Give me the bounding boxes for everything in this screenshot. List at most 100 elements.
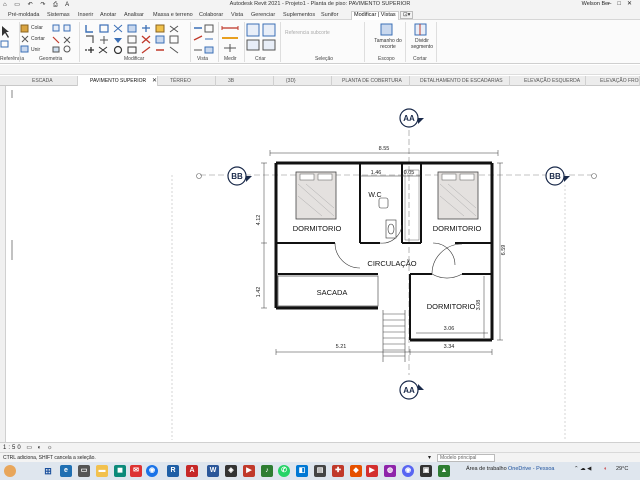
clipboard-icons[interactable] (20, 24, 30, 54)
tab-sunifor[interactable]: Sunifor (321, 12, 338, 18)
mail-icon[interactable]: ✉ (130, 465, 142, 477)
floor-plan[interactable]: AA AA BB BB DORMITORIO W.C DORMITORIO CI… (7, 86, 640, 442)
unir-label[interactable]: Unir (31, 47, 40, 53)
drawing-canvas[interactable]: AA AA BB BB DORMITORIO W.C DORMITORIO CI… (7, 86, 640, 442)
view-tab-terreo[interactable]: TÉRREO (158, 76, 216, 86)
window-controls[interactable]: –□✕ (608, 0, 638, 7)
referencia-subcorte-label[interactable]: Referencia subcorte (285, 30, 330, 36)
tab-pre-moldada[interactable]: Pré-moldada (8, 12, 40, 18)
panel-criar: Criar (255, 56, 266, 62)
view-controls-icons[interactable]: 1:50 ▭ ◐ ☼ (3, 444, 54, 451)
edge-icon[interactable]: e (60, 465, 72, 477)
view-tab-pavimento-superior[interactable]: PAVIMENTO SUPERIOR (78, 76, 158, 86)
ribbon: Referência Colar Cortar Unir Geometria M… (0, 20, 640, 64)
desktop-label[interactable]: Área de trabalho (466, 466, 507, 472)
section-aa-label-top: AA (403, 114, 415, 123)
dim-bottom-left: 5.21 (336, 344, 347, 350)
app-icon-2[interactable]: ▶ (243, 465, 255, 477)
dim-bottom-right: 3.34 (444, 344, 455, 350)
options-bar (0, 65, 640, 75)
tab-massa-terreno[interactable]: Massa e terreno (153, 12, 193, 18)
modify-icon[interactable] (0, 24, 10, 50)
tab-sistemas[interactable]: Sistemas (47, 12, 70, 18)
view-tab-3b[interactable]: 3B (216, 76, 274, 86)
view-tab-detalhamento-escadarias[interactable]: DETALHAMENTO DE ESCADARIAS (410, 76, 510, 86)
discord-icon[interactable]: ◉ (402, 465, 414, 477)
start-icon[interactable]: ⊞ (42, 465, 54, 477)
dim-left-lower: 1.42 (256, 287, 262, 298)
app-icon-6[interactable]: ✚ (332, 465, 344, 477)
chrome-icon[interactable]: ◉ (146, 465, 158, 477)
panel-vista: Vista (197, 56, 209, 62)
room-label-dormitorio-2: DORMITORIO (433, 224, 482, 233)
file-explorer-icon[interactable]: ▬ (96, 465, 108, 477)
dividir-segmento-label[interactable]: Dividir segmento (406, 38, 438, 50)
tab-colaborar[interactable]: Colaborar (199, 12, 223, 18)
app-icon-5[interactable]: ▤ (314, 465, 326, 477)
section-aa-label-bottom: AA (403, 386, 415, 395)
section-marker-bb-left[interactable]: BB (227, 166, 252, 186)
view-tools-icons[interactable] (192, 24, 216, 54)
cortar-label[interactable]: Cortar (31, 36, 45, 42)
tamanho-recorte-label[interactable]: Tamanho do recorte (368, 38, 408, 50)
view-tab-3d[interactable]: {3D} (274, 76, 332, 86)
section-marker-aa-bottom[interactable]: AA (399, 380, 424, 400)
word-icon[interactable]: W (207, 465, 219, 477)
app-icon-8[interactable]: ◍ (384, 465, 396, 477)
room-label-dormitorio-3: DORMITORIO (427, 302, 476, 311)
bed-left (295, 171, 337, 220)
workset-icon[interactable]: ▾ (428, 454, 431, 461)
view-tab-planta-cobertura[interactable]: PLANTA DE COBERTURA (332, 76, 410, 86)
ribbon-options-icon[interactable]: ⊡▾ (400, 11, 414, 19)
view-tabs: ESCADA PAVIMENTO SUPERIOR TÉRREO 3B {3D}… (0, 76, 640, 86)
split-segment-icon[interactable] (414, 23, 428, 37)
autocad-icon[interactable]: A (186, 465, 198, 477)
panel-geometria: Geometria (39, 56, 63, 62)
measure-tools-icons[interactable] (220, 24, 242, 54)
view-tab-escada[interactable]: ESCADA (20, 76, 78, 86)
model-selector[interactable]: Modelo principal (437, 454, 495, 462)
ribbon-tabs: Pré-moldada Sistemas Inserir Anotar Anal… (0, 10, 640, 20)
app-icon-4[interactable]: ◧ (296, 465, 308, 477)
tab-vista[interactable]: Vista (231, 12, 243, 18)
view-tab-elevacao-esquerda[interactable]: ELEVAÇÃO ESQUERDA (510, 76, 586, 86)
close-tab-icon[interactable]: ✕ (152, 77, 157, 84)
revit-icon[interactable]: R (167, 465, 179, 477)
user-name[interactable]: Welson Ber (582, 1, 610, 7)
tab-gerenciar[interactable]: Gerenciar (251, 12, 275, 18)
dim-top-wc: 1.46 (371, 170, 382, 176)
tab-analisar[interactable]: Analisar (124, 12, 144, 18)
colar-label[interactable]: Colar (31, 25, 43, 31)
app-icon-3[interactable]: ♪ (261, 465, 273, 477)
whatsapp-icon[interactable]: ✆ (278, 465, 290, 477)
create-tools-icons[interactable] (246, 23, 278, 53)
geometry-tools-icons[interactable] (52, 24, 74, 54)
window-title: Autodesk Revit 2021 - Projeto1 - Planta … (229, 1, 411, 7)
app-icon-9[interactable]: ▣ (420, 465, 432, 477)
tray-icons[interactable]: ⌃ ☁ ◀ (574, 466, 591, 472)
modify-tools-icons[interactable] (84, 24, 192, 54)
view-tab-elevacao-front[interactable]: ELEVAÇÃO FRONT (586, 76, 640, 86)
tab-anotar[interactable]: Anotar (100, 12, 116, 18)
youtube-icon[interactable]: ▶ (366, 465, 378, 477)
tab-suplementos[interactable]: Suplementos (283, 12, 315, 18)
app-icon-10[interactable]: ▲ (438, 465, 450, 477)
app-icon-7[interactable]: ◆ (350, 465, 362, 477)
app-icon-1[interactable]: ◈ (225, 465, 237, 477)
section-marker-bb-right[interactable]: BB (545, 166, 570, 186)
panel-medir: Medir (224, 56, 237, 62)
section-marker-aa-top[interactable]: AA (399, 108, 424, 128)
weather-tray-icon[interactable]: ◐ (604, 466, 607, 472)
view-control-bar: 1:50 ▭ ◐ ☼ (0, 442, 640, 452)
tab-modificar-vistas[interactable]: Modificar | Vistas (351, 11, 399, 20)
crop-size-icon[interactable] (380, 23, 394, 37)
dim-left-upper: 4.12 (256, 215, 262, 226)
taskview-icon[interactable]: ▭ (78, 465, 90, 477)
onedrive-label[interactable]: OneDrive - Pessoa (508, 466, 554, 472)
tab-inserir[interactable]: Inserir (78, 12, 93, 18)
store-icon[interactable]: ◼ (114, 465, 126, 477)
taskbar: ⊞ e ▭ ▬ ◼ ✉ ◉ R A W ◈ ▶ ♪ ✆ ◧ ▤ ✚ ◆ ▶ ◍ … (0, 462, 640, 480)
left-panel-strip[interactable] (0, 86, 6, 442)
weather-icon[interactable] (4, 465, 16, 477)
dim-right-total: 6.59 (501, 245, 507, 256)
